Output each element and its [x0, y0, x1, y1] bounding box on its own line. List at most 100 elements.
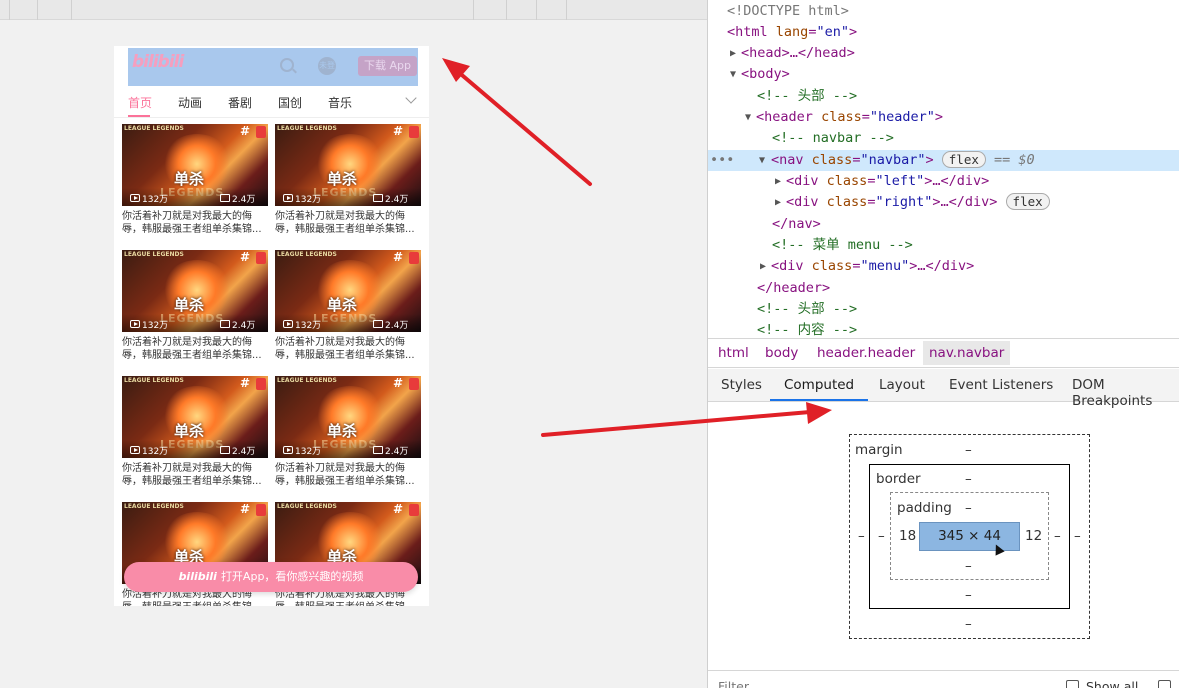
video-description[interactable]: 你活着补刀就是对我最大的侮辱，韩服最强王者组单杀集锦... [275, 462, 421, 488]
thumbnail-badge [256, 378, 266, 390]
danmaku-count: 2.4万 [385, 447, 409, 457]
open-app-banner[interactable]: bilibili 打开App，看你感兴趣的视频 [124, 562, 418, 592]
flex-badge[interactable]: flex [1005, 193, 1050, 210]
dom-line-div-right[interactable]: ▶ <div class="right">…</div> flex [708, 192, 1179, 213]
dom-line-div-left[interactable]: ▶ <div class="left">…</div> [708, 171, 1179, 192]
menu-item-guochuang[interactable]: 国创 [278, 94, 302, 111]
expand-triangle-icon[interactable]: ▶ [775, 171, 781, 192]
elements-tree: <!DOCTYPE html> <html lang="en"> ▶ <head… [708, 0, 1179, 338]
flex-badge[interactable]: flex [941, 151, 986, 168]
device-viewport: bilibili 未登 下载 App 首页 动画 番剧 国创 音乐 LEAGUE… [0, 0, 707, 688]
collapse-triangle-icon[interactable]: ▼ [759, 150, 765, 171]
video-card[interactable]: LEAGUE LEGENDS#单杀LEGENDS132万2.4万你活着补刀就是对… [275, 250, 421, 361]
border-top-value[interactable]: – [965, 471, 972, 487]
header-close-tag: header [773, 280, 823, 296]
video-thumbnail[interactable]: LEAGUE LEGENDS#单杀LEGENDS132万2.4万 [122, 124, 268, 206]
chevron-down-icon[interactable] [405, 92, 417, 104]
mobile-page: bilibili 未登 下载 App 首页 动画 番剧 国创 音乐 LEAGUE… [114, 46, 429, 606]
dom-line-div-menu[interactable]: ▶ <div class="menu">…</div> [708, 256, 1179, 277]
video-card[interactable]: LEAGUE LEGENDS#单杀LEGENDS132万2.4万你活着补刀就是对… [122, 124, 268, 235]
dom-line-head[interactable]: ▶ <head>…</head> [708, 43, 1179, 64]
breadcrumb: html body header.header nav.navbar [708, 338, 1179, 368]
menu-item-home[interactable]: 首页 [128, 94, 152, 111]
danmaku-count: 2.4万 [385, 321, 409, 331]
collapse-triangle-icon[interactable]: ▼ [745, 107, 751, 128]
tab-computed[interactable]: Computed [784, 377, 854, 393]
padding-top-value[interactable]: – [965, 500, 972, 516]
more-options-icon[interactable]: ••• [710, 150, 734, 171]
dom-line-comment-navbar[interactable]: <!-- navbar --> [708, 128, 1179, 149]
margin-top-value[interactable]: – [965, 442, 972, 458]
video-card[interactable]: LEAGUE LEGENDS#单杀LEGENDS132万2.4万你活着补刀就是对… [275, 376, 421, 487]
download-app-button[interactable]: 下载 App [358, 56, 417, 76]
search-icon[interactable] [280, 58, 294, 72]
play-count-icon [130, 446, 140, 454]
breadcrumb-html[interactable]: html [718, 345, 749, 361]
screenshot-root: bilibili 未登 下载 App 首页 动画 番剧 国创 音乐 LEAGUE… [0, 0, 1179, 688]
video-description[interactable]: 你活着补刀就是对我最大的侮辱，韩服最强王者组单杀集锦... [275, 336, 421, 362]
group-checkbox[interactable] [1158, 680, 1171, 688]
border-right-value[interactable]: – [1054, 528, 1061, 544]
danmaku-count: 2.4万 [232, 447, 256, 457]
border-bottom-value[interactable]: – [965, 587, 972, 603]
dom-line-comment-menu[interactable]: <!-- 菜单 menu --> [708, 235, 1179, 256]
tab-styles[interactable]: Styles [721, 377, 762, 393]
thumbnail-badge [256, 252, 266, 264]
filter-input[interactable]: Filter [718, 679, 749, 688]
div-left-class: "left" [875, 173, 925, 189]
expand-triangle-icon[interactable]: ▶ [760, 256, 766, 277]
padding-left-value[interactable]: 18 [899, 528, 916, 544]
tab-event-listeners[interactable]: Event Listeners [949, 377, 1053, 393]
breadcrumb-header[interactable]: header.header [817, 345, 915, 361]
video-card[interactable]: LEAGUE LEGENDS#单杀LEGENDS132万2.4万你活着补刀就是对… [122, 250, 268, 361]
video-description[interactable]: 你活着补刀就是对我最大的侮辱，韩服最强王者组单杀集锦... [122, 210, 268, 236]
margin-right-value[interactable]: – [1074, 528, 1081, 544]
video-card[interactable]: LEAGUE LEGENDS#单杀LEGENDS132万2.4万你活着补刀就是对… [122, 376, 268, 487]
dom-line-nav-close[interactable]: </nav> [708, 214, 1179, 235]
dom-line-comment-header[interactable]: <!-- 头部 --> [708, 86, 1179, 107]
video-thumbnail[interactable]: LEAGUE LEGENDS#单杀LEGENDS132万2.4万 [275, 250, 421, 332]
head-tag: head [749, 45, 782, 61]
content-box[interactable]: 345 × 44 [919, 522, 1020, 551]
dom-line-nav-selected[interactable]: ••• ▼ <nav class="navbar"> flex == $0 [708, 150, 1179, 171]
expand-triangle-icon[interactable]: ▶ [730, 43, 736, 64]
video-card[interactable]: LEAGUE LEGENDS#单杀LEGENDS132万2.4万你活着补刀就是对… [275, 124, 421, 235]
video-thumbnail[interactable]: LEAGUE LEGENDS#单杀LEGENDS132万2.4万 [122, 376, 268, 458]
dom-line-body[interactable]: ▼ <body> [708, 64, 1179, 85]
breadcrumb-navbar[interactable]: nav.navbar [923, 341, 1011, 365]
navbar-highlight[interactable]: bilibili 未登 下载 App [128, 48, 418, 86]
video-description[interactable]: 你活着补刀就是对我最大的侮辱，韩服最强王者组单杀集锦... [122, 462, 268, 488]
video-thumbnail[interactable]: LEAGUE LEGENDS#单杀LEGENDS132万2.4万 [122, 250, 268, 332]
menu-item-anime[interactable]: 动画 [178, 94, 202, 111]
bilibili-logo[interactable]: bilibili [132, 52, 184, 72]
padding-bottom-value[interactable]: – [965, 558, 972, 574]
header-comment: <!-- 头部 --> [757, 88, 858, 104]
toolbar-segment [0, 0, 10, 20]
header-tag: header [764, 109, 813, 125]
margin-left-value[interactable]: – [858, 528, 865, 544]
dom-line-comment-header2[interactable]: <!-- 头部 --> [708, 299, 1179, 320]
thumbnail-badge [409, 378, 419, 390]
league-logo: LEAGUE LEGENDS [124, 125, 184, 132]
video-thumbnail[interactable]: LEAGUE LEGENDS#单杀LEGENDS132万2.4万 [275, 124, 421, 206]
border-left-value[interactable]: – [878, 528, 885, 544]
margin-bottom-value[interactable]: – [965, 616, 972, 632]
tab-layout[interactable]: Layout [879, 377, 925, 393]
dom-line-doctype[interactable]: <!DOCTYPE html> [708, 1, 1179, 22]
dom-line-header-close[interactable]: </header> [708, 278, 1179, 299]
breadcrumb-body[interactable]: body [765, 345, 798, 361]
expand-triangle-icon[interactable]: ▶ [775, 192, 781, 213]
video-thumbnail[interactable]: LEAGUE LEGENDS#单杀LEGENDS132万2.4万 [275, 376, 421, 458]
dom-line-comment-content[interactable]: <!-- 内容 --> [708, 320, 1179, 338]
menu-item-bangumi[interactable]: 番剧 [228, 94, 252, 111]
dom-line-html[interactable]: <html lang="en"> [708, 22, 1179, 43]
avatar[interactable]: 未登 [318, 57, 336, 75]
view-count: 132万 [295, 195, 322, 205]
video-description[interactable]: 你活着补刀就是对我最大的侮辱，韩服最强王者组单杀集锦... [122, 336, 268, 362]
video-description[interactable]: 你活着补刀就是对我最大的侮辱，韩服最强王者组单杀集锦... [275, 210, 421, 236]
show-all-checkbox[interactable] [1066, 680, 1079, 688]
dom-line-header[interactable]: ▼ <header class="header"> [708, 107, 1179, 128]
padding-right-value[interactable]: 12 [1025, 528, 1042, 544]
menu-item-music[interactable]: 音乐 [328, 94, 352, 111]
collapse-triangle-icon[interactable]: ▼ [730, 64, 736, 85]
